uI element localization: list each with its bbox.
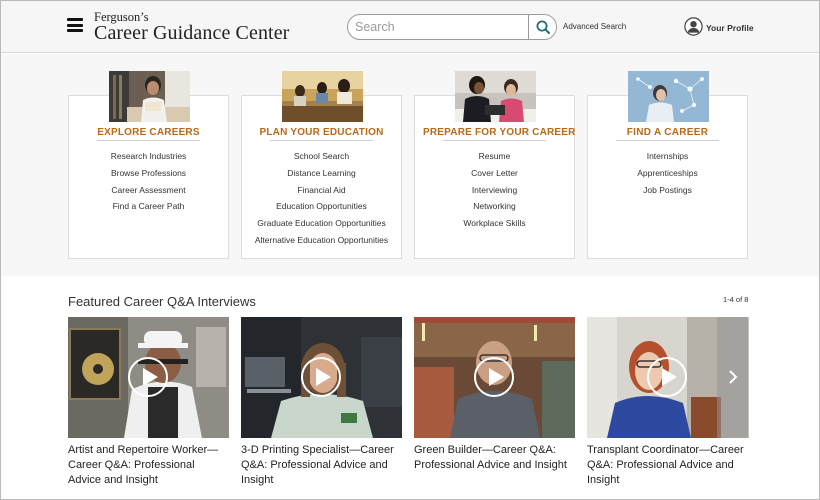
category-link[interactable]: Research Industries bbox=[69, 148, 228, 165]
category-card-prepare-career: PREPARE FOR YOUR CAREER Resume Cover Let… bbox=[414, 71, 575, 259]
video-card[interactable]: Green Builder—Career Q&A: Professional A… bbox=[414, 317, 575, 473]
divider bbox=[616, 140, 719, 141]
featured-section-title: Featured Career Q&A Interviews bbox=[68, 294, 256, 309]
category-links: School Search Distance Learning Financia… bbox=[242, 148, 401, 249]
user-circle-icon bbox=[684, 17, 703, 36]
video-thumbnail[interactable] bbox=[68, 317, 229, 438]
category-link[interactable]: Financial Aid bbox=[242, 182, 401, 199]
divider bbox=[270, 140, 373, 141]
search-button[interactable] bbox=[528, 15, 556, 39]
play-icon[interactable] bbox=[647, 357, 687, 397]
category-card-find-career: FIND A CAREER Internships Apprenticeship… bbox=[587, 71, 748, 259]
category-link[interactable]: Internships bbox=[588, 148, 747, 165]
category-link[interactable]: Education Opportunities bbox=[242, 198, 401, 215]
video-caption[interactable]: Green Builder—Career Q&A: Professional A… bbox=[414, 443, 576, 473]
search-icon bbox=[536, 20, 550, 34]
category-link[interactable]: Resume bbox=[415, 148, 574, 165]
results-count: 1-4 of 8 bbox=[723, 295, 749, 304]
advanced-search-link[interactable]: Advanced Search bbox=[563, 22, 626, 31]
prepare-career-image bbox=[455, 71, 536, 122]
category-link[interactable]: Find a Career Path bbox=[69, 198, 228, 215]
category-link[interactable]: Distance Learning bbox=[242, 165, 401, 182]
video-thumbnail[interactable] bbox=[241, 317, 402, 438]
category-link[interactable]: Networking bbox=[415, 198, 574, 215]
category-link[interactable]: Workplace Skills bbox=[415, 215, 574, 232]
hamburger-menu-icon[interactable] bbox=[67, 18, 83, 32]
category-link[interactable]: Job Postings bbox=[588, 182, 747, 199]
video-card[interactable]: Artist and Repertoire Worker—Career Q&A:… bbox=[68, 317, 229, 488]
category-title[interactable]: PREPARE FOR YOUR CAREER bbox=[423, 127, 575, 138]
video-caption[interactable]: 3-D Printing Specialist—Career Q&A: Prof… bbox=[241, 443, 403, 488]
page: Ferguson’s Career Guidance Center Advanc… bbox=[0, 0, 820, 500]
play-icon[interactable] bbox=[301, 357, 341, 397]
category-title[interactable]: FIND A CAREER bbox=[596, 127, 739, 138]
category-title[interactable]: EXPLORE CAREERS bbox=[77, 127, 220, 138]
category-links: Research Industries Browse Professions C… bbox=[69, 148, 228, 215]
category-link[interactable]: Career Assessment bbox=[69, 182, 228, 199]
site-header: Ferguson’s Career Guidance Center Advanc… bbox=[1, 1, 819, 53]
category-link[interactable]: Browse Professions bbox=[69, 165, 228, 182]
category-link[interactable]: Alternative Education Opportunities bbox=[242, 232, 401, 249]
category-links: Internships Apprenticeships Job Postings bbox=[588, 148, 747, 198]
category-link[interactable]: Interviewing bbox=[415, 182, 574, 199]
category-title[interactable]: PLAN YOUR EDUCATION bbox=[250, 127, 393, 138]
category-link[interactable]: School Search bbox=[242, 148, 401, 165]
category-card-plan-education: PLAN YOUR EDUCATION School Search Distan… bbox=[241, 71, 402, 259]
chevron-right-icon bbox=[729, 370, 738, 384]
category-link[interactable]: Cover Letter bbox=[415, 165, 574, 182]
category-link[interactable]: Graduate Education Opportunities bbox=[242, 215, 401, 232]
plan-education-image bbox=[282, 71, 363, 122]
category-card-explore-careers: EXPLORE CAREERS Research Industries Brow… bbox=[68, 71, 229, 259]
brand-title[interactable]: Career Guidance Center bbox=[94, 22, 289, 45]
category-links: Resume Cover Letter Interviewing Network… bbox=[415, 148, 574, 232]
search-box bbox=[347, 14, 557, 40]
divider bbox=[97, 140, 200, 141]
profile-label: Your Profile bbox=[706, 23, 754, 33]
video-card[interactable]: 3-D Printing Specialist—Career Q&A: Prof… bbox=[241, 317, 402, 488]
find-career-image bbox=[628, 71, 709, 122]
play-icon[interactable] bbox=[128, 357, 168, 397]
video-thumbnail[interactable] bbox=[414, 317, 575, 438]
video-caption[interactable]: Transplant Coordinator—Career Q&A: Profe… bbox=[587, 443, 749, 488]
carousel-next-button[interactable] bbox=[717, 317, 749, 438]
explore-careers-image bbox=[109, 71, 190, 122]
search-input[interactable] bbox=[348, 15, 528, 39]
play-icon[interactable] bbox=[474, 357, 514, 397]
divider bbox=[443, 140, 546, 141]
video-caption[interactable]: Artist and Repertoire Worker—Career Q&A:… bbox=[68, 443, 230, 488]
category-link[interactable]: Apprenticeships bbox=[588, 165, 747, 182]
